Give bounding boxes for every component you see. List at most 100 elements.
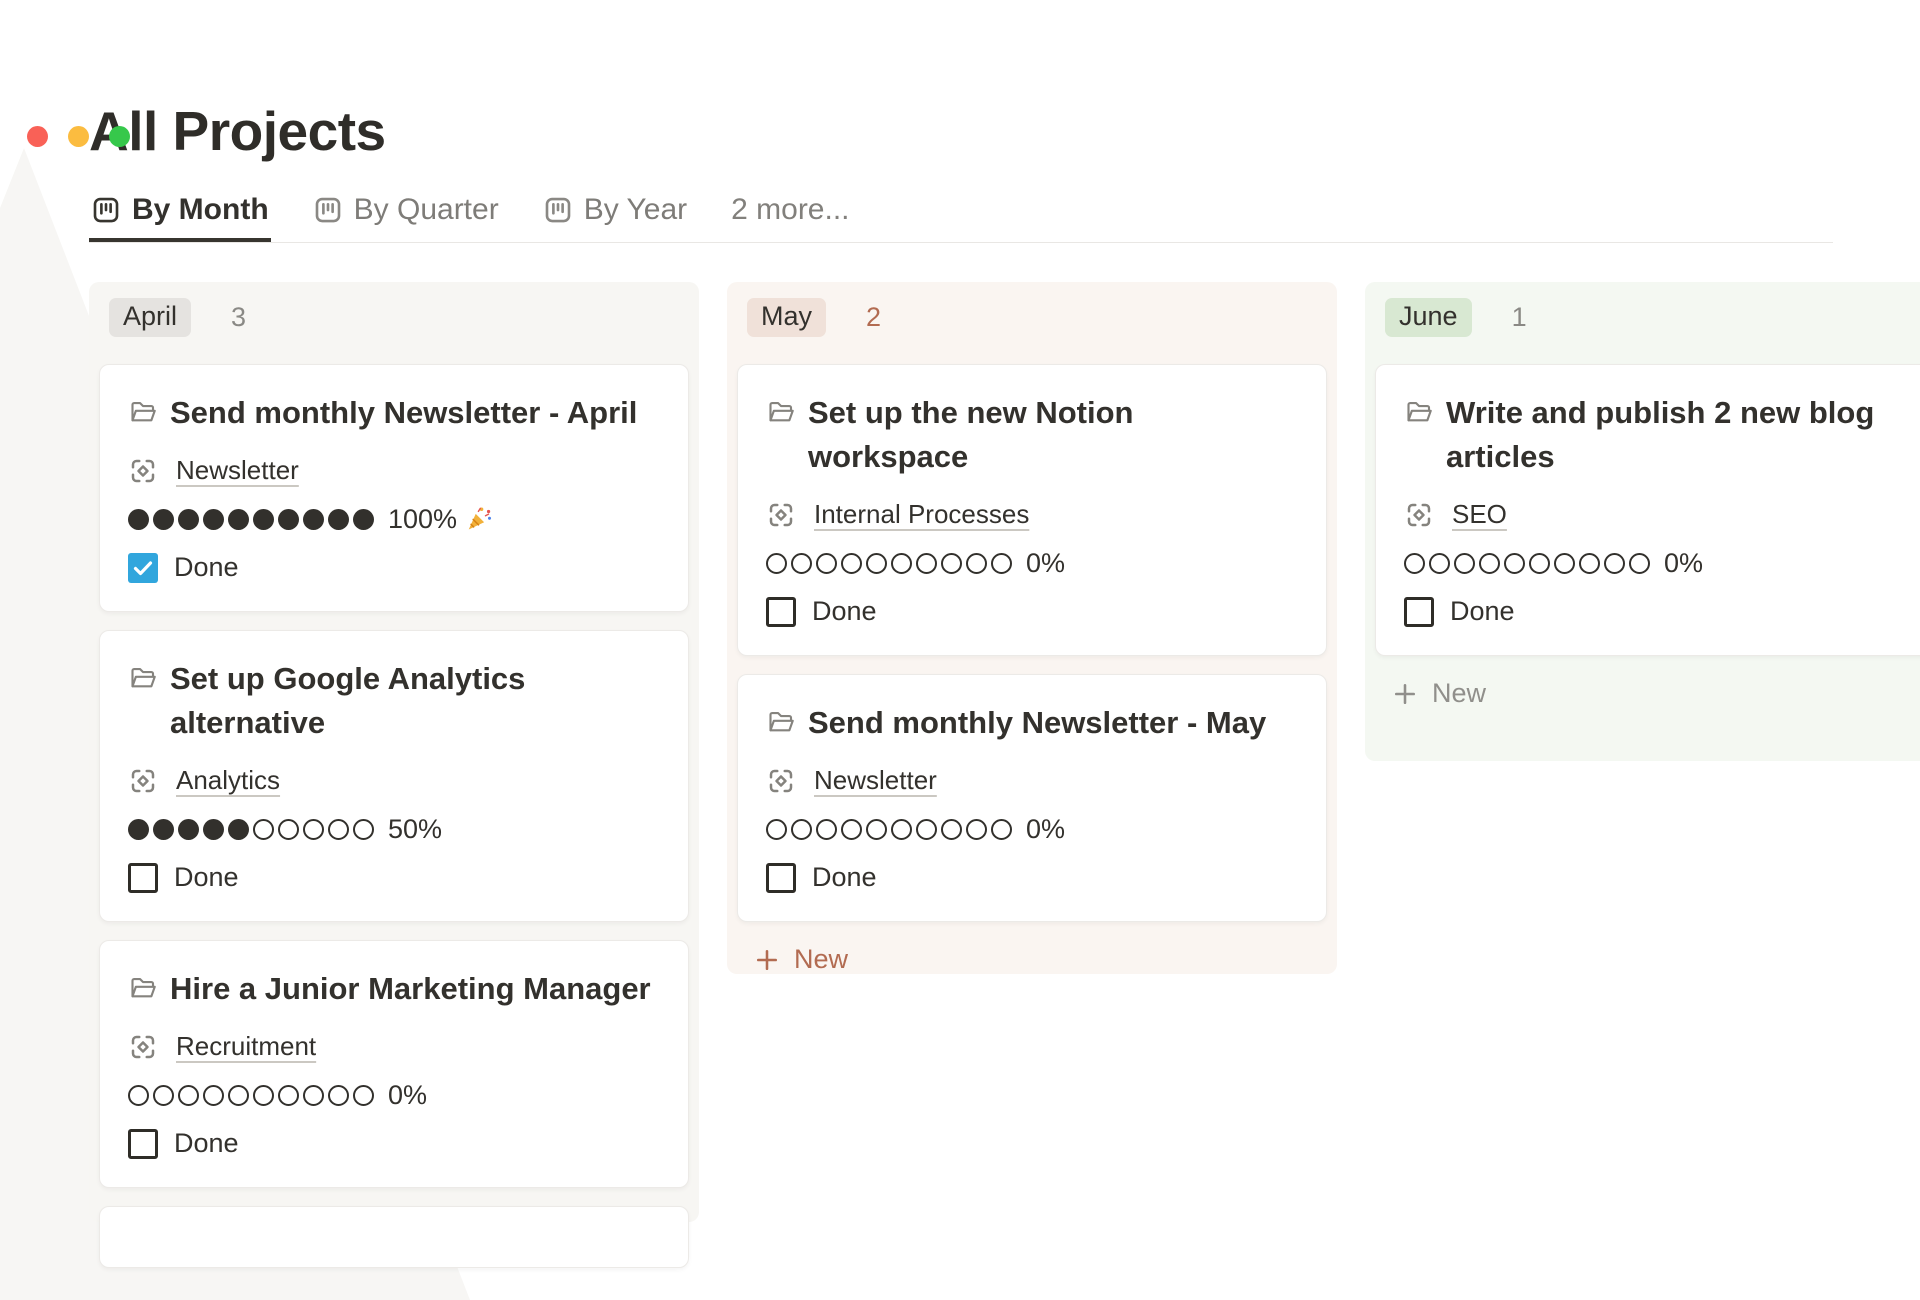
progress-dot [328,509,349,530]
card-title-row: Send monthly Newsletter - May [766,701,1298,745]
progress-dot [1529,553,1550,574]
tab-label: By Year [584,193,687,227]
progress-dot [966,819,987,840]
progress-row: 0% [766,816,1298,842]
tab-by-month[interactable]: By Month [89,193,271,242]
view-tabs: By Month By Quarter By Year 2 more... [89,193,1833,243]
card-list: Set up the new Notion workspace Internal … [737,364,1327,922]
done-row: Done [128,1128,660,1159]
progress-dot [278,509,299,530]
card-title-row: Set up the new Notion workspace [766,391,1298,479]
progress-dot [178,509,199,530]
project-tag-link[interactable]: Analytics [176,765,280,796]
progress-dot [766,553,787,574]
done-checkbox[interactable] [128,1129,158,1159]
tab-label: By Quarter [354,193,499,227]
new-item-button[interactable]: New [1387,672,1490,715]
project-tag-link[interactable]: Internal Processes [814,499,1029,530]
project-tag-link[interactable]: Recruitment [176,1031,316,1062]
progress-dot [253,509,274,530]
project-target-icon [1404,500,1434,530]
project-tag-row: Newsletter [766,765,1298,796]
progress-dot [1479,553,1500,574]
project-tag-link[interactable]: Newsletter [814,765,937,796]
project-tag-link[interactable]: SEO [1452,499,1507,530]
project-card[interactable]: Hire a Junior Marketing ManagerRecruitme… [99,940,689,1188]
card-title: Set up the new Notion workspace [808,391,1298,479]
zoom-window-button[interactable] [109,126,130,147]
done-label: Done [1450,596,1515,627]
board-view-icon [313,195,343,225]
new-item-button[interactable]: New [749,938,852,981]
progress-dot [153,819,174,840]
progress-dot [128,509,149,530]
done-checkbox[interactable] [766,863,796,893]
project-tag-row: Newsletter [128,455,660,486]
progress-dot [916,819,937,840]
column-header: June1 [1385,298,1920,337]
project-card[interactable]: Send monthly Newsletter - April Newslette… [99,364,689,612]
open-folder-icon [128,663,158,693]
progress-row: 0% [128,1082,660,1108]
project-card[interactable]: Write and publish 2 new blog articlesSEO… [1375,364,1920,656]
progress-dot [866,553,887,574]
project-tag-link[interactable]: Newsletter [176,455,299,486]
progress-dot [1404,553,1425,574]
progress-dot [1504,553,1525,574]
open-folder-icon [128,973,158,1003]
card-title-row: Send monthly Newsletter - April [128,391,660,435]
card-list: Write and publish 2 new blog articlesSEO… [1375,364,1920,656]
progress-dot [328,819,349,840]
progress-dot [1554,553,1575,574]
done-checkbox[interactable] [128,863,158,893]
progress-dot [966,553,987,574]
group-pill: April [109,298,191,337]
progress-dot [278,1085,299,1106]
progress-dot [153,509,174,530]
project-target-icon [128,456,158,486]
progress-percent: 50% [388,814,442,845]
project-card[interactable]: Set up the new Notion workspace Internal … [737,364,1327,656]
done-checkbox[interactable] [766,597,796,627]
progress-dot [203,819,224,840]
progress-percent: 100% [388,504,457,535]
done-row: Done [766,862,1298,893]
project-target-icon [766,766,796,796]
project-card[interactable]: Set up Google Analytics alternativeAnaly… [99,630,689,922]
progress-row: 100% [128,506,660,532]
card-title: Send monthly Newsletter - April [170,391,637,435]
open-folder-icon [766,707,796,737]
column-count: 2 [866,302,881,333]
progress-dot [1429,553,1450,574]
plus-icon [1391,680,1419,708]
done-label: Done [174,552,239,583]
minimize-window-button[interactable] [68,126,89,147]
progress-dot [303,1085,324,1106]
tab-by-year[interactable]: By Year [541,193,689,242]
tab-more-views[interactable]: 2 more... [729,193,851,242]
column-count: 3 [231,302,246,333]
progress-percent: 0% [1026,548,1065,579]
progress-dot [278,819,299,840]
close-window-button[interactable] [27,126,48,147]
done-checkbox[interactable] [1404,597,1434,627]
new-button-label: New [794,944,848,975]
progress-dot [253,819,274,840]
done-checkbox[interactable] [128,553,158,583]
open-folder-icon [1404,397,1434,427]
group-pill: June [1385,298,1472,337]
done-row: Done [1404,596,1920,627]
tab-by-quarter[interactable]: By Quarter [311,193,501,242]
project-tag-row: Analytics [128,765,660,796]
card-title: Send monthly Newsletter - May [808,701,1266,745]
partially-visible-card[interactable] [99,1206,689,1268]
progress-dot [253,1085,274,1106]
progress-dot [941,553,962,574]
progress-dot [1604,553,1625,574]
progress-dot [353,819,374,840]
project-card[interactable]: Send monthly Newsletter - May Newsletter 0… [737,674,1327,922]
progress-row: 0% [1404,550,1920,576]
progress-dot [766,819,787,840]
progress-dot [991,819,1012,840]
progress-row: 50% [128,816,660,842]
